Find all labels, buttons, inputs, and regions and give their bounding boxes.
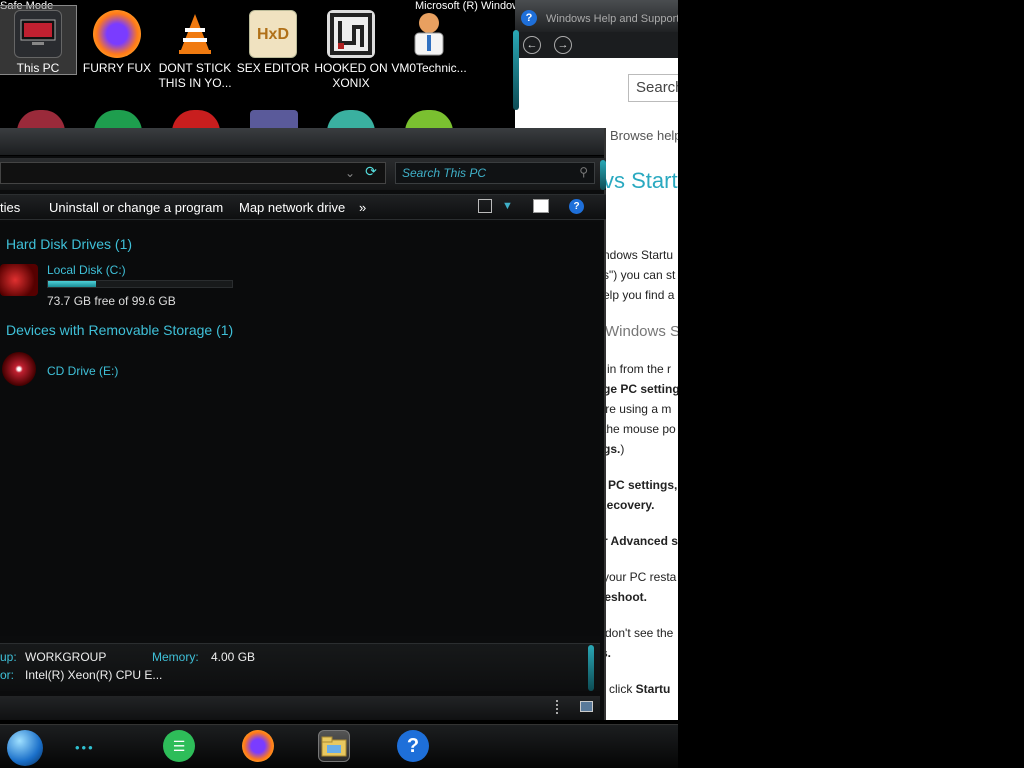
drive-free-space: 73.7 GB free of 99.6 GB — [47, 294, 176, 308]
preview-pane-icon[interactable] — [533, 199, 549, 213]
desktop-icon-hxd[interactable]: HxD SEX EDITOR — [235, 6, 311, 76]
help-line: r Advanced s — [603, 534, 678, 548]
hard-drive-icon — [0, 264, 38, 296]
cd-drive-icon — [2, 352, 36, 386]
uninstall-program-button[interactable]: Uninstall or change a program — [49, 200, 223, 215]
desktop-icon-label: FURRY FUX — [82, 61, 152, 75]
help-line: leshoot. — [601, 590, 648, 604]
large-icons-view-icon[interactable] — [580, 701, 593, 712]
workgroup-label: up: — [0, 650, 17, 664]
notes-app-icon[interactable]: ☰ — [163, 730, 195, 762]
explorer-titlebar[interactable] — [0, 128, 604, 156]
help-titlebar[interactable]: ? Windows Help and Support — [515, 0, 678, 32]
forward-arrow-icon[interactable]: → — [554, 36, 572, 54]
explorer-window: ⌄ ⟳ Search This PC ⚲ ties Uninstall or c… — [0, 128, 606, 720]
group-header-hard-disks[interactable]: Hard Disk Drives (1) — [6, 236, 132, 252]
desktop-icon-label: HOOKED ON XONIX — [314, 61, 388, 90]
browse-help-link[interactable]: Browse help — [610, 128, 678, 143]
desktop-icon-label: DONT STICK THIS IN YO... — [158, 61, 232, 90]
firefox-icon[interactable] — [242, 730, 274, 762]
drive-usage-fill — [48, 281, 96, 287]
drive-label: CD Drive (E:) — [47, 364, 119, 378]
doctor-avatar-icon — [405, 10, 453, 58]
help-line: your PC resta — [603, 570, 677, 584]
processor-label: or: — [0, 668, 15, 682]
desktop-icon-label: VM0Technic... — [391, 61, 467, 75]
explorer-status-bar — [0, 696, 600, 720]
help-icon: ? — [521, 10, 537, 26]
explorer-command-bar: ties Uninstall or change a program Map n… — [0, 194, 606, 220]
drive-usage-bar — [47, 280, 233, 288]
desktop-icon-label: SEX EDITOR — [236, 61, 310, 75]
chevron-down-icon[interactable]: ▼ — [502, 200, 513, 212]
help-line: 're using a m — [603, 402, 672, 416]
help-nav-bar: ← → — [515, 32, 678, 58]
memory-label: Memory: — [152, 650, 199, 664]
desktop-icon-vm0[interactable]: VM0Technic... — [391, 6, 467, 76]
search-input[interactable]: Search This PC ⚲ — [395, 162, 595, 184]
window-edge-accent — [588, 645, 594, 691]
file-explorer-icon[interactable] — [318, 730, 350, 762]
details-pane: up: WORKGROUP Memory: 4.00 GB or: Intel(… — [0, 643, 600, 691]
more-commands-button[interactable]: » — [359, 200, 366, 215]
help-window-title: Windows Help and Support — [546, 13, 678, 25]
refresh-icon[interactable]: ⟳ — [359, 163, 383, 183]
help-line: elp you find a — [603, 288, 675, 302]
help-subheading: Windows S — [605, 323, 678, 340]
firefox-icon — [93, 10, 141, 58]
computer-icon — [14, 10, 62, 58]
explorer-content: Hard Disk Drives (1) Local Disk (C:) 73.… — [0, 222, 600, 636]
help-line: s") you can st — [603, 268, 676, 282]
xonix-game-icon — [327, 10, 375, 58]
help-line: gs.) — [603, 442, 625, 456]
details-view-icon[interactable] — [556, 700, 560, 714]
desktop-icon-firefox[interactable]: FURRY FUX — [79, 6, 155, 76]
vlc-cone-icon — [171, 10, 219, 58]
help-icon[interactable]: ? — [569, 199, 584, 214]
back-arrow-icon[interactable]: ← — [523, 36, 541, 54]
chevron-down-icon[interactable]: ⌄ — [345, 166, 355, 180]
help-search-input[interactable]: Search — [628, 74, 678, 102]
drive-label: Local Disk (C:) — [47, 263, 126, 277]
search-placeholder: Search This PC — [402, 166, 487, 180]
hxd-editor-icon: HxD — [249, 10, 297, 58]
help-line: ge PC setting — [603, 382, 678, 396]
start-button[interactable] — [7, 730, 43, 766]
address-input[interactable]: ⌄ ⟳ — [0, 162, 386, 184]
help-line: in from the r — [607, 362, 672, 376]
help-article-title: vs Startu — [603, 168, 678, 193]
quick-launch-dots[interactable]: ••• — [75, 740, 95, 755]
desktop-icon-vlc[interactable]: DONT STICK THIS IN YO... — [157, 6, 233, 91]
desktop-icon-this-pc[interactable]: This PC — [0, 5, 77, 75]
window-edge-accent — [600, 160, 606, 190]
help-icon[interactable]: ? — [397, 730, 429, 762]
memory-value: 4.00 GB — [211, 650, 256, 664]
search-icon[interactable]: ⚲ — [579, 165, 588, 179]
processor-value: Intel(R) Xeon(R) CPU E... — [25, 668, 163, 682]
help-line: ndows Startu — [603, 248, 674, 262]
help-line: the mouse po — [603, 422, 676, 436]
taskbar: ••• ☰ ? — [0, 724, 678, 768]
group-header-removable[interactable]: Devices with Removable Storage (1) — [6, 322, 233, 338]
help-line: don't see the — [605, 626, 674, 640]
map-network-drive-button[interactable]: Map network drive — [239, 200, 345, 215]
help-line: Recovery. — [598, 498, 655, 512]
help-line: click Startu — [609, 682, 671, 696]
window-edge-accent — [513, 30, 519, 110]
system-properties-button[interactable]: ties — [0, 200, 20, 215]
workgroup-value: WORKGROUP — [25, 650, 107, 664]
help-line: PC settings, — [608, 478, 678, 492]
explorer-address-bar: ⌄ ⟳ Search This PC ⚲ — [0, 158, 606, 190]
desktop-icon-xonix[interactable]: HOOKED ON XONIX — [313, 6, 389, 91]
desktop-icon-label: This PC — [16, 61, 60, 75]
change-view-icon[interactable] — [478, 199, 492, 213]
